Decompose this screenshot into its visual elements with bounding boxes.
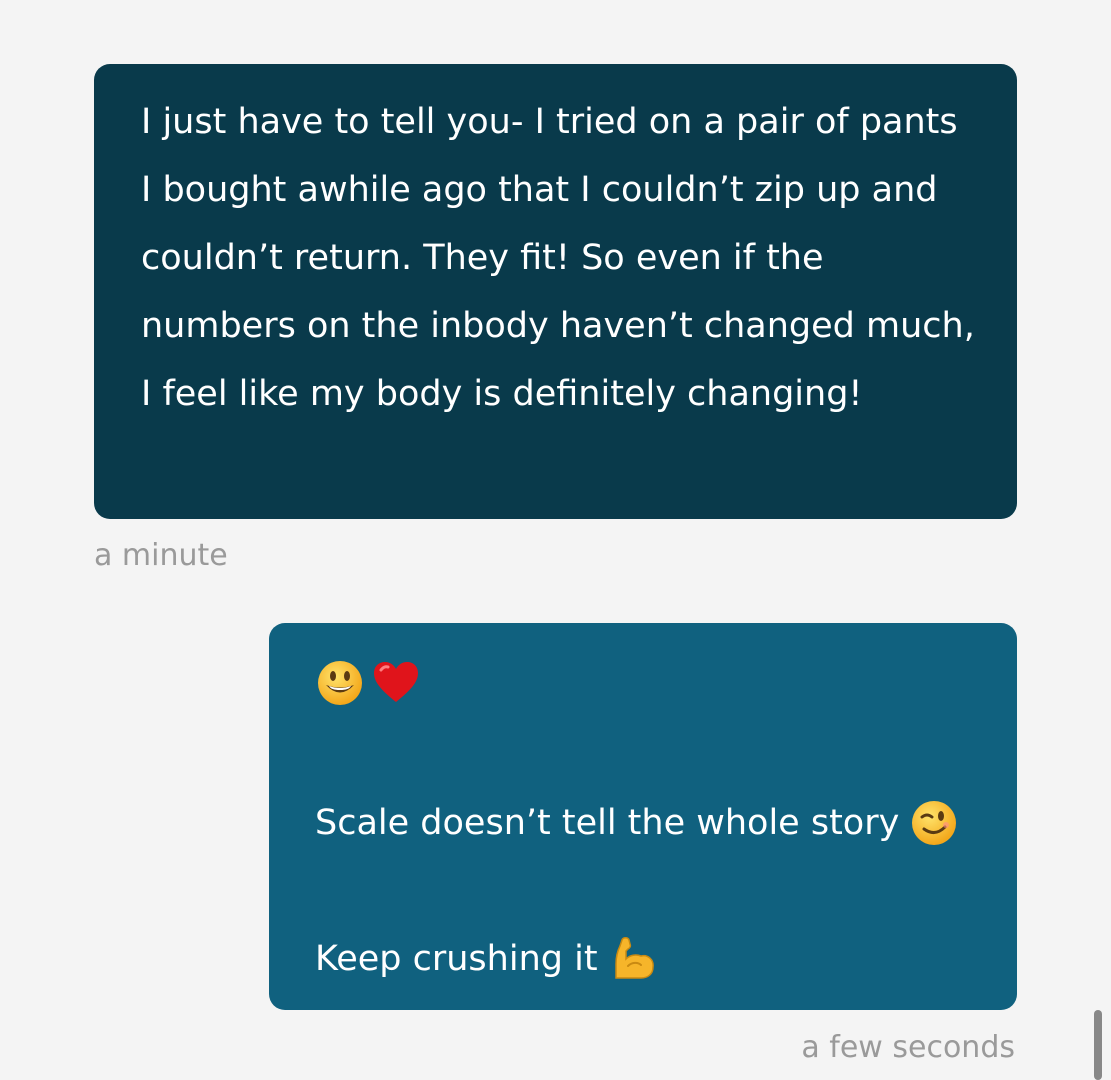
incoming-message-timestamp: a minute — [94, 538, 228, 573]
outgoing-line-2-text: Keep crushing it — [315, 939, 598, 979]
incoming-message-bubble[interactable]: I just have to tell you- I tried on a pa… — [94, 64, 1017, 519]
flexed-bicep-emoji-icon — [608, 934, 658, 984]
scrollbar-thumb[interactable] — [1094, 1010, 1102, 1080]
outgoing-emoji-line — [315, 653, 421, 713]
wink-emoji-icon — [909, 798, 959, 848]
red-heart-emoji-icon — [371, 658, 421, 708]
incoming-message-text: I just have to tell you- I tried on a pa… — [141, 102, 975, 414]
outgoing-line-1: Scale doesn’t tell the whole story — [315, 789, 959, 857]
outgoing-line-1-text: Scale doesn’t tell the whole story — [315, 803, 900, 843]
outgoing-message-bubble[interactable]: Scale doesn’t tell the whole story Keep … — [269, 623, 1017, 1010]
message-thread: I just have to tell you- I tried on a pa… — [0, 0, 1111, 1080]
smiley-emoji-icon — [315, 658, 365, 708]
outgoing-line-2: Keep crushing it — [315, 925, 658, 993]
outgoing-message-timestamp: a few seconds — [801, 1030, 1015, 1065]
